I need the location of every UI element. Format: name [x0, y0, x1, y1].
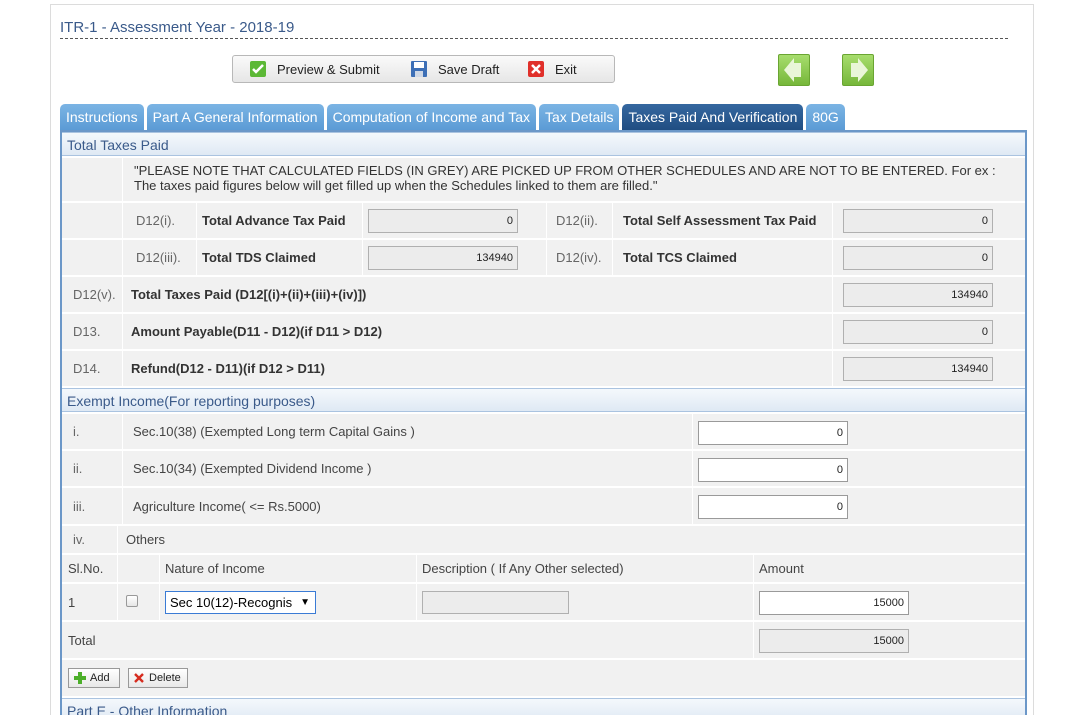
col-header-slno: Sl.No.: [68, 561, 104, 576]
tab-taxes-paid-and-verification[interactable]: Taxes Paid And Verification: [622, 104, 804, 130]
exempt-row-i: i. Sec.10(38) (Exempted Long term Capita…: [62, 414, 1025, 450]
tab-tax-details[interactable]: Tax Details: [539, 104, 620, 130]
preview-submit-label: Preview & Submit: [277, 61, 380, 77]
tab-instructions[interactable]: Instructions: [60, 104, 144, 130]
d12-v-code: D12(v).: [73, 287, 116, 302]
section-heading-exempt-income: Exempt Income(For reporting purposes): [62, 388, 1025, 412]
exempt-iii-label: Agriculture Income( <= Rs.5000): [133, 498, 321, 514]
add-button[interactable]: Add: [68, 668, 120, 688]
toolbar: Preview & Submit Save Draft Exit: [232, 55, 615, 83]
total-amount-field: 15000: [759, 629, 909, 653]
tab-panel: Total Taxes Paid "PLEASE NOTE THAT CALCU…: [60, 130, 1027, 715]
note-row: "PLEASE NOTE THAT CALCULATED FIELDS (IN …: [62, 158, 1025, 202]
add-button-label: Add: [90, 672, 110, 684]
section-heading-total-taxes-paid: Total Taxes Paid: [62, 132, 1025, 156]
row-slno: 1: [68, 594, 76, 610]
d12-ii-code: D12(ii).: [556, 213, 598, 228]
close-icon: [527, 60, 545, 78]
total-tcs-claimed-field: 0: [843, 246, 993, 270]
checkmark-icon: [249, 60, 267, 78]
save-draft-button[interactable]: Save Draft: [410, 56, 499, 82]
refund-field: 134940: [843, 357, 993, 381]
tab-bar: Instructions Part A General Information …: [60, 104, 848, 130]
d12-v-row: D12(v). Total Taxes Paid (D12[(i)+(ii)+(…: [62, 277, 1025, 313]
d12-v-label: Total Taxes Paid (D12[(i)+(ii)+(iii)+(iv…: [131, 287, 367, 302]
self-assessment-tax-field: 0: [843, 209, 993, 233]
d12-i-label: Total Advance Tax Paid: [202, 213, 346, 228]
calculated-fields-note: "PLEASE NOTE THAT CALCULATED FIELDS (IN …: [134, 163, 996, 193]
delete-button-label: Delete: [149, 672, 181, 684]
next-arrow-button[interactable]: [842, 54, 874, 86]
d12-iii-label: Total TDS Claimed: [202, 250, 316, 265]
total-row: Total 15000: [62, 622, 1025, 659]
amount-payable-field: 0: [843, 320, 993, 344]
plus-icon: [74, 672, 86, 684]
amount-input[interactable]: 15000: [759, 591, 909, 615]
previous-arrow-button[interactable]: [778, 54, 810, 86]
d12-ii-label: Total Self Assessment Tax Paid: [623, 213, 817, 228]
agriculture-income-input[interactable]: 0: [698, 495, 848, 519]
nature-of-income-value: Sec 10(12)-Recognis: [170, 595, 293, 610]
exempt-ii-code: ii.: [73, 461, 83, 476]
d14-row: D14. Refund(D12 - D11)(if D12 > D11) 134…: [62, 351, 1025, 387]
floppy-disk-icon: [410, 60, 428, 78]
total-taxes-paid-field: 134940: [843, 283, 993, 307]
dropdown-arrow-icon: ▼: [300, 597, 310, 608]
d12-iv-code: D12(iv).: [556, 250, 602, 265]
tab-80g[interactable]: 80G: [806, 104, 845, 130]
section-heading-part-e: Part E - Other Information: [62, 698, 1025, 715]
exit-button[interactable]: Exit: [527, 56, 577, 82]
d12-iii-code: D12(iii).: [136, 250, 181, 265]
delete-button[interactable]: Delete: [128, 668, 188, 688]
d12-i-ii-row: D12(i). Total Advance Tax Paid 0 D12(ii)…: [62, 203, 1025, 239]
others-label: Others: [126, 532, 166, 547]
arrow-left-icon: [784, 58, 801, 82]
save-draft-label: Save Draft: [438, 61, 500, 77]
d13-code: D13.: [73, 324, 101, 339]
col-header-description: Description ( If Any Other selected): [422, 561, 624, 576]
total-label: Total: [68, 632, 96, 648]
tab-computation-of-income-and-tax[interactable]: Computation of Income and Tax: [326, 104, 536, 130]
tab-part-a-general-information[interactable]: Part A General Information: [146, 104, 324, 130]
exempt-iii-code: iii.: [73, 498, 86, 514]
table-actions-row: Add Delete: [62, 660, 1025, 697]
preview-submit-button[interactable]: Preview & Submit: [249, 56, 380, 82]
d14-label: Refund(D12 - D11)(if D12 > D11): [131, 361, 325, 376]
description-input[interactable]: [422, 591, 569, 614]
exempt-dividend-input[interactable]: 0: [698, 458, 848, 482]
d12-iii-iv-row: D12(iii). Total TDS Claimed 134940 D12(i…: [62, 240, 1025, 276]
exempt-i-label: Sec.10(38) (Exempted Long term Capital G…: [133, 424, 415, 439]
arrow-right-icon: [851, 58, 868, 82]
others-table-header: Sl.No. Nature of Income Description ( If…: [62, 555, 1025, 583]
row-select-checkbox[interactable]: [126, 595, 138, 607]
exit-label: Exit: [555, 61, 577, 77]
d12-i-code: D12(i).: [136, 213, 176, 228]
delete-x-icon: [134, 673, 144, 683]
exempt-row-iv: iv. Others: [62, 526, 1025, 554]
exempt-i-code: i.: [73, 424, 80, 439]
col-header-amount: Amount: [759, 561, 804, 576]
d14-code: D14.: [73, 361, 101, 376]
exempt-ii-label: Sec.10(34) (Exempted Dividend Income ): [133, 461, 372, 476]
d13-row: D13. Amount Payable(D11 - D12)(if D11 > …: [62, 314, 1025, 350]
total-advance-tax-field: 0: [368, 209, 518, 233]
col-header-nature: Nature of Income: [165, 561, 265, 576]
d13-label: Amount Payable(D11 - D12)(if D11 > D12): [131, 324, 383, 339]
exempt-row-ii: ii. Sec.10(34) (Exempted Dividend Income…: [62, 451, 1025, 487]
table-row: 1 Sec 10(12)-Recognis ▼ 15000: [62, 584, 1025, 621]
exempt-row-iii: iii. Agriculture Income( <= Rs.5000) 0: [62, 488, 1025, 525]
d12-iv-label: Total TCS Claimed: [623, 250, 737, 265]
exempt-ltcg-input[interactable]: 0: [698, 421, 848, 445]
page-title: ITR-1 - Assessment Year - 2018-19: [60, 19, 1008, 39]
exempt-iv-code: iv.: [73, 532, 86, 547]
total-tds-claimed-field: 134940: [368, 246, 518, 270]
nature-of-income-select[interactable]: Sec 10(12)-Recognis ▼: [165, 591, 316, 614]
